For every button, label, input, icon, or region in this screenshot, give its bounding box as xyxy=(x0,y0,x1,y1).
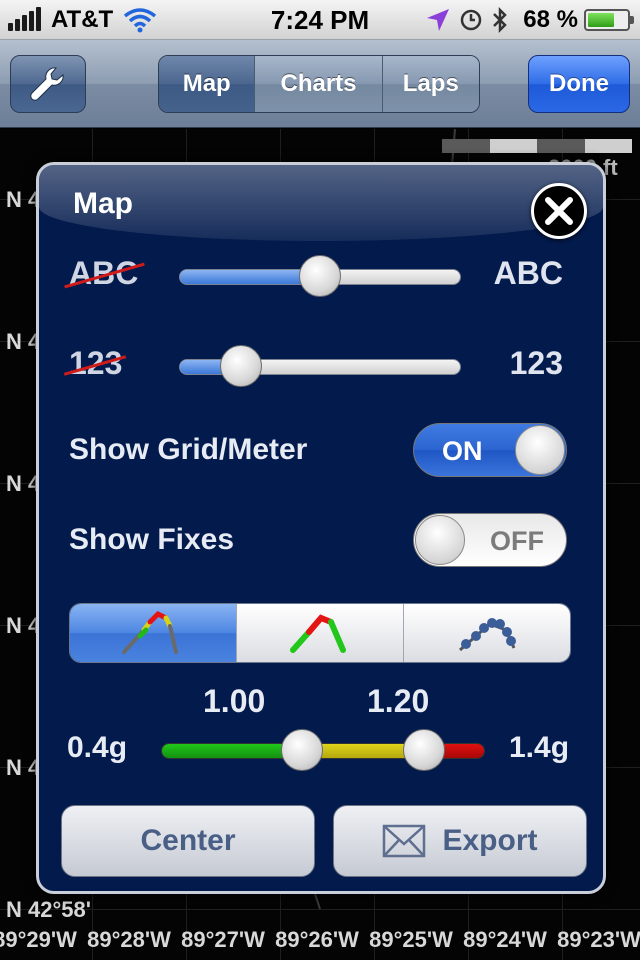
longitude-label: 89°25'W xyxy=(369,927,453,952)
g-max-label: 1.4g xyxy=(509,731,570,764)
center-button-label: Center xyxy=(140,824,236,857)
g-min-label: 0.4g xyxy=(67,731,128,764)
tab-charts[interactable]: Charts xyxy=(254,56,382,112)
g-range-row: 0.4g 1.4g xyxy=(39,725,603,775)
speed-colored-track-icon xyxy=(290,614,346,653)
g-threshold-values: 1.00 1.20 xyxy=(39,683,603,723)
navigation-bar: Map Charts Laps Done xyxy=(0,40,640,128)
status-bar: AT&T 7:24 PM 68 % xyxy=(0,0,640,40)
scale-bar xyxy=(442,139,632,153)
show-grid-row: Show Grid/Meter ON xyxy=(39,423,603,479)
close-x-icon xyxy=(545,197,573,225)
label-size-slider-thumb[interactable] xyxy=(299,255,341,297)
track-mode-segmented-control xyxy=(69,603,571,663)
show-fixes-label: Show Fixes xyxy=(69,523,235,556)
map-settings-panel: Map ABC ABC 123 123 Show Grid/Meter ON S… xyxy=(36,162,606,894)
center-button[interactable]: Center xyxy=(61,805,315,877)
show-grid-toggle-state: ON xyxy=(442,436,483,466)
g-low-segment xyxy=(162,744,301,758)
g-high-threshold-value: 1.20 xyxy=(367,683,430,719)
close-button[interactable] xyxy=(531,183,587,239)
show-grid-label: Show Grid/Meter xyxy=(69,433,308,466)
view-segmented-control: Map Charts Laps xyxy=(158,55,480,113)
longitude-labels: 89°29'W 89°28'W 89°27'W 89°26'W 89°25'W … xyxy=(0,927,640,953)
latitude-label: N 42°58' xyxy=(6,897,91,922)
number-size-row: 123 123 xyxy=(39,341,603,391)
number-size-min-label: 123 xyxy=(69,345,123,381)
label-size-min-label: ABC xyxy=(69,255,139,291)
track-mode-g-force[interactable] xyxy=(70,604,236,662)
bluetooth-icon xyxy=(493,6,508,34)
alarm-clock-icon xyxy=(461,9,482,31)
show-fixes-row: Show Fixes OFF xyxy=(39,513,603,569)
longitude-label: 89°26'W xyxy=(275,927,359,952)
label-size-row: ABC ABC xyxy=(39,251,603,301)
fix-points-track-icon xyxy=(459,618,516,652)
export-button-label: Export xyxy=(442,824,538,857)
track-mode-speed[interactable] xyxy=(236,604,403,662)
battery-percent: 68 % xyxy=(523,6,578,33)
toggle-knob xyxy=(515,425,565,475)
battery-icon xyxy=(584,9,634,31)
longitude-label: 89°24'W xyxy=(463,927,547,952)
g-high-threshold-thumb[interactable] xyxy=(403,729,445,771)
g-low-threshold-thumb[interactable] xyxy=(281,729,323,771)
g-low-threshold-value: 1.00 xyxy=(203,683,266,719)
longitude-label: 89°28'W xyxy=(87,927,171,952)
export-button[interactable]: Export xyxy=(333,805,587,877)
show-grid-toggle[interactable]: ON xyxy=(413,423,567,477)
location-arrow-icon xyxy=(427,9,450,31)
show-fixes-toggle[interactable]: OFF xyxy=(413,513,567,567)
settings-wrench-button[interactable] xyxy=(10,55,86,113)
battery-level-fill xyxy=(588,13,614,27)
wrench-icon xyxy=(30,67,64,101)
number-size-max-label: 123 xyxy=(509,345,563,381)
envelope-icon xyxy=(383,824,426,858)
show-fixes-toggle-state: OFF xyxy=(490,526,544,556)
number-size-slider-thumb[interactable] xyxy=(220,345,263,387)
track-mode-fixes[interactable] xyxy=(403,604,570,662)
done-button[interactable]: Done xyxy=(528,55,630,113)
longitude-label: 89°23'W xyxy=(557,927,640,952)
tab-laps[interactable]: Laps xyxy=(381,56,479,112)
g-force-colored-track-icon xyxy=(122,610,178,654)
panel-title: Map xyxy=(73,187,133,220)
longitude-label: 89°29'W xyxy=(0,927,77,952)
tab-map[interactable]: Map xyxy=(159,56,255,112)
toggle-knob xyxy=(415,515,465,565)
label-size-max-label: ABC xyxy=(493,255,563,291)
longitude-label: 89°27'W xyxy=(181,927,265,952)
